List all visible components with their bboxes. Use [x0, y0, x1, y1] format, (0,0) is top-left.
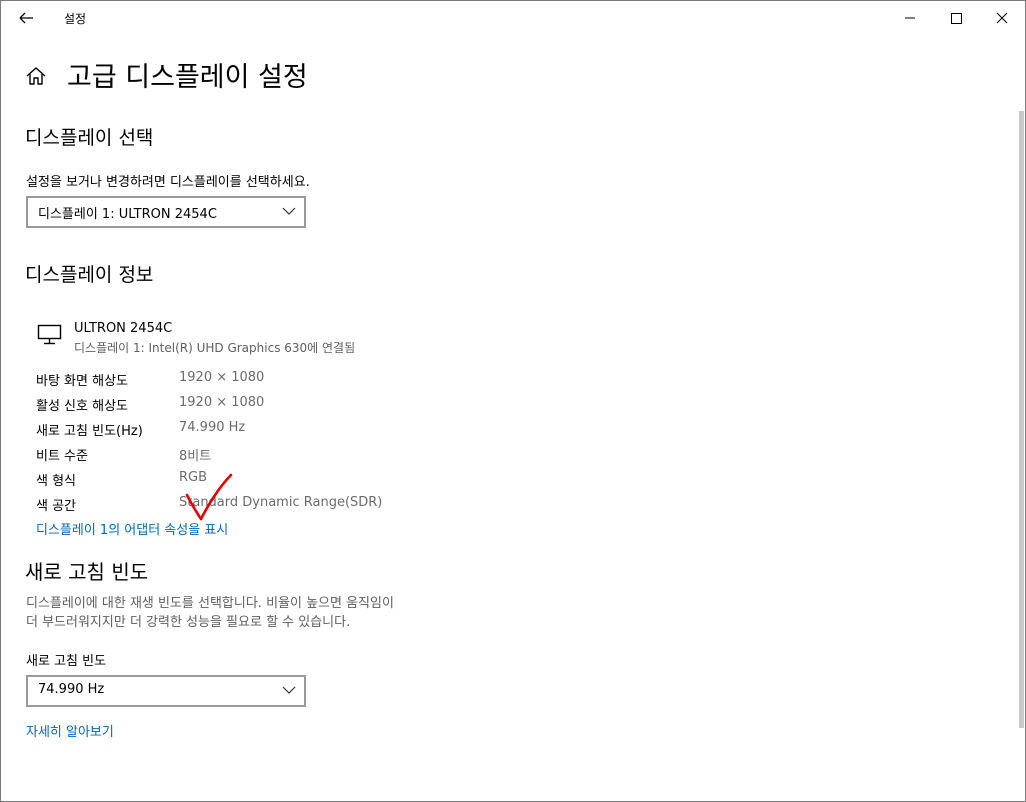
close-button[interactable] — [979, 1, 1025, 35]
refresh-rate-description-line2: 더 부드러워지지만 더 강력한 성능을 필요로 할 수 있습니다. — [26, 615, 351, 630]
adapter-properties-link[interactable]: 디스플레이 1의 어댑터 속성을 표시 — [36, 519, 228, 538]
learn-more-link[interactable]: 자세히 알아보기 — [26, 721, 114, 740]
select-display-heading: 디스플레이 선택 — [25, 127, 154, 149]
refresh-rate-heading: 새로 고침 빈도 — [25, 560, 149, 584]
info-label-active-signal-resolution: 활성 신호 해상도 — [36, 399, 128, 414]
select-display-description: 설정을 보거나 변경하려면 디스플레이를 선택하세요. — [26, 175, 310, 190]
maximize-button[interactable] — [933, 1, 979, 35]
refresh-rate-dropdown[interactable]: 74.990 Hz — [26, 675, 306, 707]
display-select-value: 디스플레이 1: ULTRON 2454C — [38, 207, 217, 222]
refresh-rate-dropdown-value: 74.990 Hz — [38, 682, 105, 697]
info-label-refresh-rate: 새로 고침 빈도(Hz) — [36, 424, 143, 439]
chevron-down-icon — [282, 686, 296, 694]
close-icon — [996, 12, 1008, 24]
monitor-icon — [37, 324, 62, 345]
info-value-refresh-rate: 74.990 Hz — [179, 420, 246, 435]
minimize-icon — [905, 17, 915, 19]
chevron-down-icon — [282, 207, 296, 215]
maximize-icon — [951, 13, 962, 24]
info-label-desktop-resolution: 바탕 화면 해상도 — [36, 374, 128, 389]
info-value-bit-depth: 8비트 — [179, 449, 212, 464]
info-label-bit-depth: 비트 수준 — [36, 449, 88, 464]
back-button[interactable] — [11, 5, 41, 31]
monitor-connection: 디스플레이 1: Intel(R) UHD Graphics 630에 연결됨 — [74, 341, 356, 355]
cut-off-next-item — [21, 795, 221, 801]
minimize-button[interactable] — [887, 1, 933, 35]
info-value-active-signal-resolution: 1920 × 1080 — [179, 395, 265, 410]
display-select-dropdown[interactable]: 디스플레이 1: ULTRON 2454C — [26, 196, 306, 228]
info-value-color-space: Standard Dynamic Range(SDR) — [179, 495, 383, 510]
refresh-rate-field-label: 새로 고침 빈도 — [26, 654, 107, 669]
window-title: 설정 — [64, 12, 87, 26]
back-arrow-icon — [19, 12, 33, 24]
page-title: 고급 디스플레이 설정 — [67, 62, 308, 93]
refresh-rate-description-line1: 디스플레이에 대한 재생 빈도를 선택합니다. 비율이 높으면 움직임이 — [26, 596, 394, 611]
info-value-color-format: RGB — [179, 470, 208, 485]
monitor-name: ULTRON 2454C — [74, 321, 173, 336]
main-content: 고급 디스플레이 설정 디스플레이 선택 설정을 보거나 변경하려면 디스플레이… — [1, 35, 1019, 801]
info-value-desktop-resolution: 1920 × 1080 — [179, 370, 265, 385]
info-label-color-format: 색 형식 — [36, 474, 77, 489]
scrollbar[interactable] — [1019, 111, 1024, 728]
home-icon[interactable] — [25, 66, 47, 86]
display-info-heading: 디스플레이 정보 — [25, 264, 154, 286]
settings-window: 설정 고급 디스플레이 설정 디스플레이 선택 설정을 보거나 변경하려면 디스… — [0, 0, 1026, 802]
info-label-color-space: 색 공간 — [36, 499, 77, 514]
title-bar: 설정 — [1, 1, 1025, 35]
